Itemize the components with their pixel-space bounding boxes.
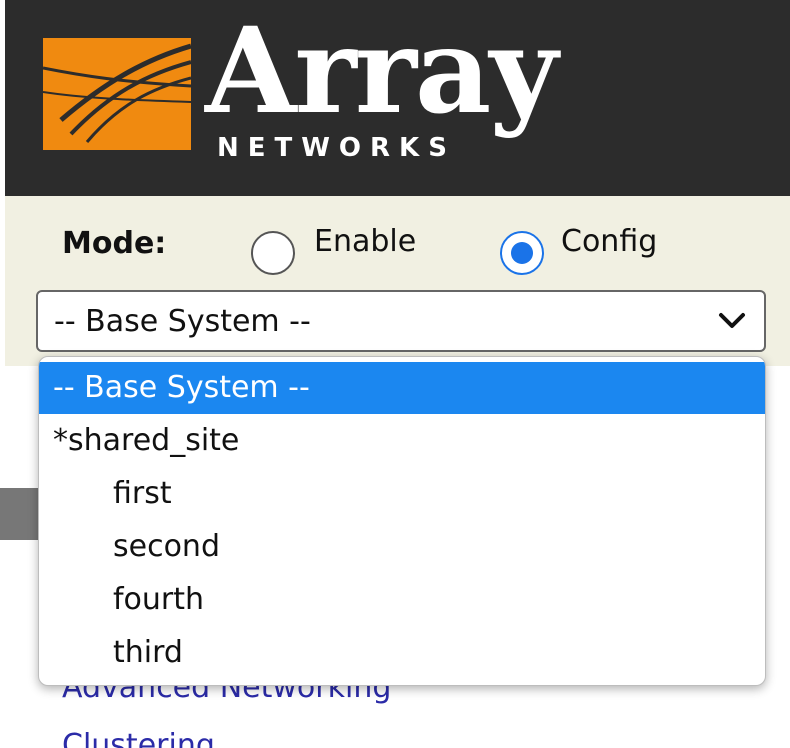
site-option-base-system[interactable]: -- Base System -- bbox=[39, 362, 765, 414]
mode-enable-label[interactable]: Enable bbox=[314, 224, 416, 259]
app-header: Array NETWORKS bbox=[5, 0, 790, 196]
site-select-value: -- Base System -- bbox=[54, 304, 311, 339]
site-option-first[interactable]: first bbox=[39, 468, 765, 520]
brand-name: Array bbox=[205, 1, 558, 140]
site-select-dropdown: -- Base System -- *shared_site first sec… bbox=[38, 356, 766, 686]
brand-subtitle: NETWORKS bbox=[217, 133, 456, 163]
array-networks-logo-icon bbox=[43, 38, 191, 150]
site-option-second[interactable]: second bbox=[39, 521, 765, 573]
mode-enable-radio[interactable] bbox=[251, 231, 295, 275]
mode-config-radio[interactable] bbox=[500, 231, 544, 275]
mode-config-label[interactable]: Config bbox=[561, 224, 657, 259]
site-option-shared-site[interactable]: *shared_site bbox=[39, 415, 765, 467]
site-select[interactable]: -- Base System -- bbox=[36, 290, 766, 352]
nav-item-clustering[interactable]: Clustering bbox=[62, 728, 215, 748]
site-option-third[interactable]: third bbox=[39, 627, 765, 679]
chevron-down-icon[interactable] bbox=[718, 310, 746, 332]
mode-label: Mode: bbox=[62, 226, 167, 261]
site-option-fourth[interactable]: fourth bbox=[39, 574, 765, 626]
